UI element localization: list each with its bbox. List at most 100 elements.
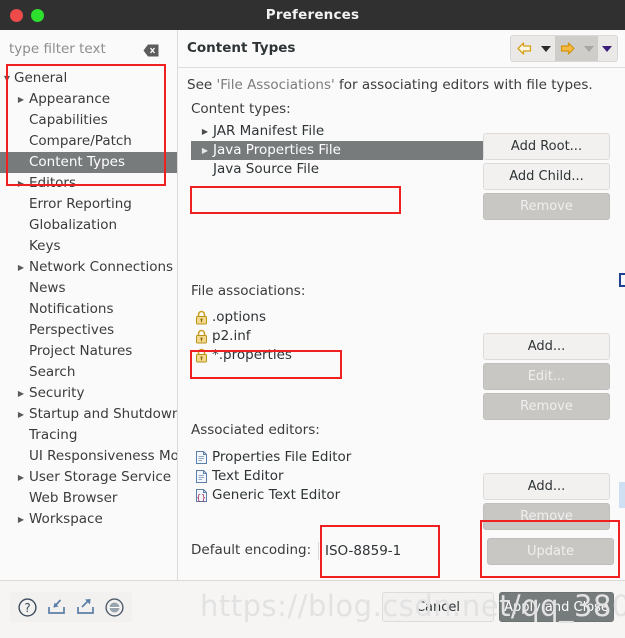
sidebar-item-perspectives[interactable]: Perspectives: [0, 320, 177, 341]
forward-button[interactable]: [555, 36, 580, 61]
chevron-down-icon[interactable]: ▼: [0, 68, 14, 89]
chevron-right-icon[interactable]: ▶: [14, 404, 28, 425]
content-type-label: JAR Manifest File: [213, 123, 325, 139]
generic-text-document-icon: {}: [194, 488, 209, 503]
sidebar-item-appearance[interactable]: ▶ Appearance: [0, 89, 177, 110]
description-prefix: See: [187, 77, 217, 93]
filter-box[interactable]: type filter text: [0, 30, 177, 68]
associated-editors-label: Associated editors:: [191, 422, 320, 438]
associated-editors-remove-button: Remove: [483, 503, 610, 530]
chevron-right-icon[interactable]: ▶: [14, 173, 28, 194]
document-icon: [196, 451, 207, 464]
sidebar-item-security[interactable]: ▶ Security: [0, 383, 177, 404]
sidebar-item-keys[interactable]: Keys: [0, 236, 177, 257]
sidebar-item-capabilities[interactable]: Capabilities: [0, 110, 177, 131]
sidebar-item-globalization[interactable]: Globalization: [0, 215, 177, 236]
sidebar-item-editors[interactable]: ▶ Editors: [0, 173, 177, 194]
associated-editor-row[interactable]: Properties File Editor: [191, 448, 491, 467]
sidebar-item-ui-responsiveness-monitoring[interactable]: UI Responsiveness Monitoring: [0, 446, 177, 467]
sidebar-item-content-types[interactable]: Content Types: [0, 152, 177, 173]
export-icon: [77, 598, 94, 614]
sidebar-item-label: Project Natures: [29, 343, 133, 359]
preferences-tree[interactable]: ▼ General ▶ Appearance Capabilities Compare/P…: [0, 68, 177, 580]
filter-input-placeholder[interactable]: type filter text: [9, 41, 106, 57]
window-title-bar: Preferences: [0, 0, 625, 30]
clear-text-icon[interactable]: [143, 42, 159, 57]
document-icon: [196, 470, 207, 483]
content-types-add-root-button[interactable]: Add Root...: [483, 133, 610, 160]
chevron-right-icon[interactable]: ▶: [14, 467, 28, 488]
content-types-add-child-button[interactable]: Add Child...: [483, 163, 610, 190]
cancel-button[interactable]: Cancel: [382, 592, 494, 622]
sidebar-item-label: Network Connections: [29, 259, 174, 275]
sidebar-item-label: Security: [29, 385, 85, 401]
chevron-right-icon[interactable]: ▶: [199, 141, 211, 160]
file-association-row[interactable]: .options: [191, 308, 491, 327]
lock-icon: [194, 310, 209, 325]
sidebar-item-label: UI Responsiveness Monitoring: [29, 448, 177, 464]
offscreen-widget-fragment-bottom: [619, 482, 625, 508]
content-type-row[interactable]: ▶ Java Properties File: [191, 141, 483, 160]
file-associations-add-button[interactable]: Add...: [483, 333, 610, 360]
help-button[interactable]: ?: [13, 593, 42, 621]
export-button[interactable]: [71, 593, 100, 621]
dialog-tool-group: ?: [10, 592, 132, 622]
associated-editor-label: Properties File Editor: [212, 449, 352, 465]
chevron-right-icon[interactable]: ▶: [14, 257, 28, 278]
file-association-row[interactable]: *.properties: [191, 346, 491, 365]
back-history-button[interactable]: [537, 36, 555, 61]
chevron-right-icon[interactable]: ▶: [14, 383, 28, 404]
page-header: Content Types: [178, 30, 625, 68]
back-arrow-icon: [517, 42, 532, 55]
associated-editors-list[interactable]: Properties File Editor Text Editor {} Gener…: [191, 448, 491, 518]
associated-editors-add-button[interactable]: Add...: [483, 473, 610, 500]
sidebar-item-label: News: [29, 280, 66, 296]
sidebar-item-error-reporting[interactable]: Error Reporting: [0, 194, 177, 215]
back-button[interactable]: [512, 36, 537, 61]
lock-icon: [194, 329, 209, 344]
sidebar-item-network-connections[interactable]: ▶ Network Connections: [0, 257, 177, 278]
window-title: Preferences: [265, 7, 360, 23]
sidebar-item-startup-and-shutdown[interactable]: ▶ Startup and Shutdown: [0, 404, 177, 425]
sidebar-item-project-natures[interactable]: Project Natures: [0, 341, 177, 362]
sidebar-item-search[interactable]: Search: [0, 362, 177, 383]
associated-editor-row[interactable]: Text Editor: [191, 467, 491, 486]
sidebar-item-label: Error Reporting: [29, 196, 132, 212]
apply-and-close-button[interactable]: Apply and Close: [499, 592, 614, 622]
svg-text:{}: {}: [196, 493, 206, 502]
page-description: See 'File Associations' for associating …: [187, 77, 593, 93]
sidebar-item-user-storage-service[interactable]: ▶ User Storage Service: [0, 467, 177, 488]
sidebar-item-label: Workspace: [29, 511, 103, 527]
chevron-right-icon[interactable]: ▶: [199, 122, 211, 141]
chevron-right-icon[interactable]: ▶: [14, 89, 28, 110]
content-type-label: Java Source File: [213, 161, 320, 177]
preferences-dialog: Preferences type filter text ▼ General ▶ Ap…: [0, 0, 625, 638]
preferences-sidebar: type filter text ▼ General ▶ Appearance Capa…: [0, 30, 178, 580]
page-title: Content Types: [187, 40, 296, 56]
sidebar-item-news[interactable]: News: [0, 278, 177, 299]
forward-arrow-icon: [560, 42, 575, 55]
sidebar-item-general[interactable]: ▼ General: [0, 68, 177, 89]
sidebar-item-label: Compare/Patch: [29, 133, 132, 149]
file-associations-remove-button: Remove: [483, 393, 610, 420]
associated-editor-row[interactable]: {} Generic Text Editor: [191, 486, 491, 505]
chevron-right-icon[interactable]: ▶: [14, 509, 28, 530]
sidebar-item-workspace[interactable]: ▶ Workspace: [0, 509, 177, 530]
restore-defaults-button[interactable]: [100, 593, 129, 621]
chevron-down-icon: [541, 45, 551, 52]
associated-editor-label: Text Editor: [212, 468, 284, 484]
content-types-label: Content types:: [191, 101, 291, 117]
import-button[interactable]: [42, 593, 71, 621]
sidebar-item-label: Keys: [29, 238, 61, 254]
sidebar-item-compare-patch[interactable]: Compare/Patch: [0, 131, 177, 152]
file-associations-list[interactable]: .options p2.inf *.properties: [191, 308, 491, 378]
document-icon: [194, 450, 209, 465]
sidebar-item-web-browser[interactable]: Web Browser: [0, 488, 177, 509]
sidebar-item-tracing[interactable]: Tracing: [0, 425, 177, 446]
default-encoding-field[interactable]: ISO-8859-1: [318, 542, 401, 560]
sidebar-item-notifications[interactable]: Notifications: [0, 299, 177, 320]
file-association-row[interactable]: p2.inf: [191, 327, 491, 346]
document-icon: [194, 469, 209, 484]
page-menu-button[interactable]: [598, 36, 616, 61]
svg-text:?: ?: [24, 601, 30, 615]
